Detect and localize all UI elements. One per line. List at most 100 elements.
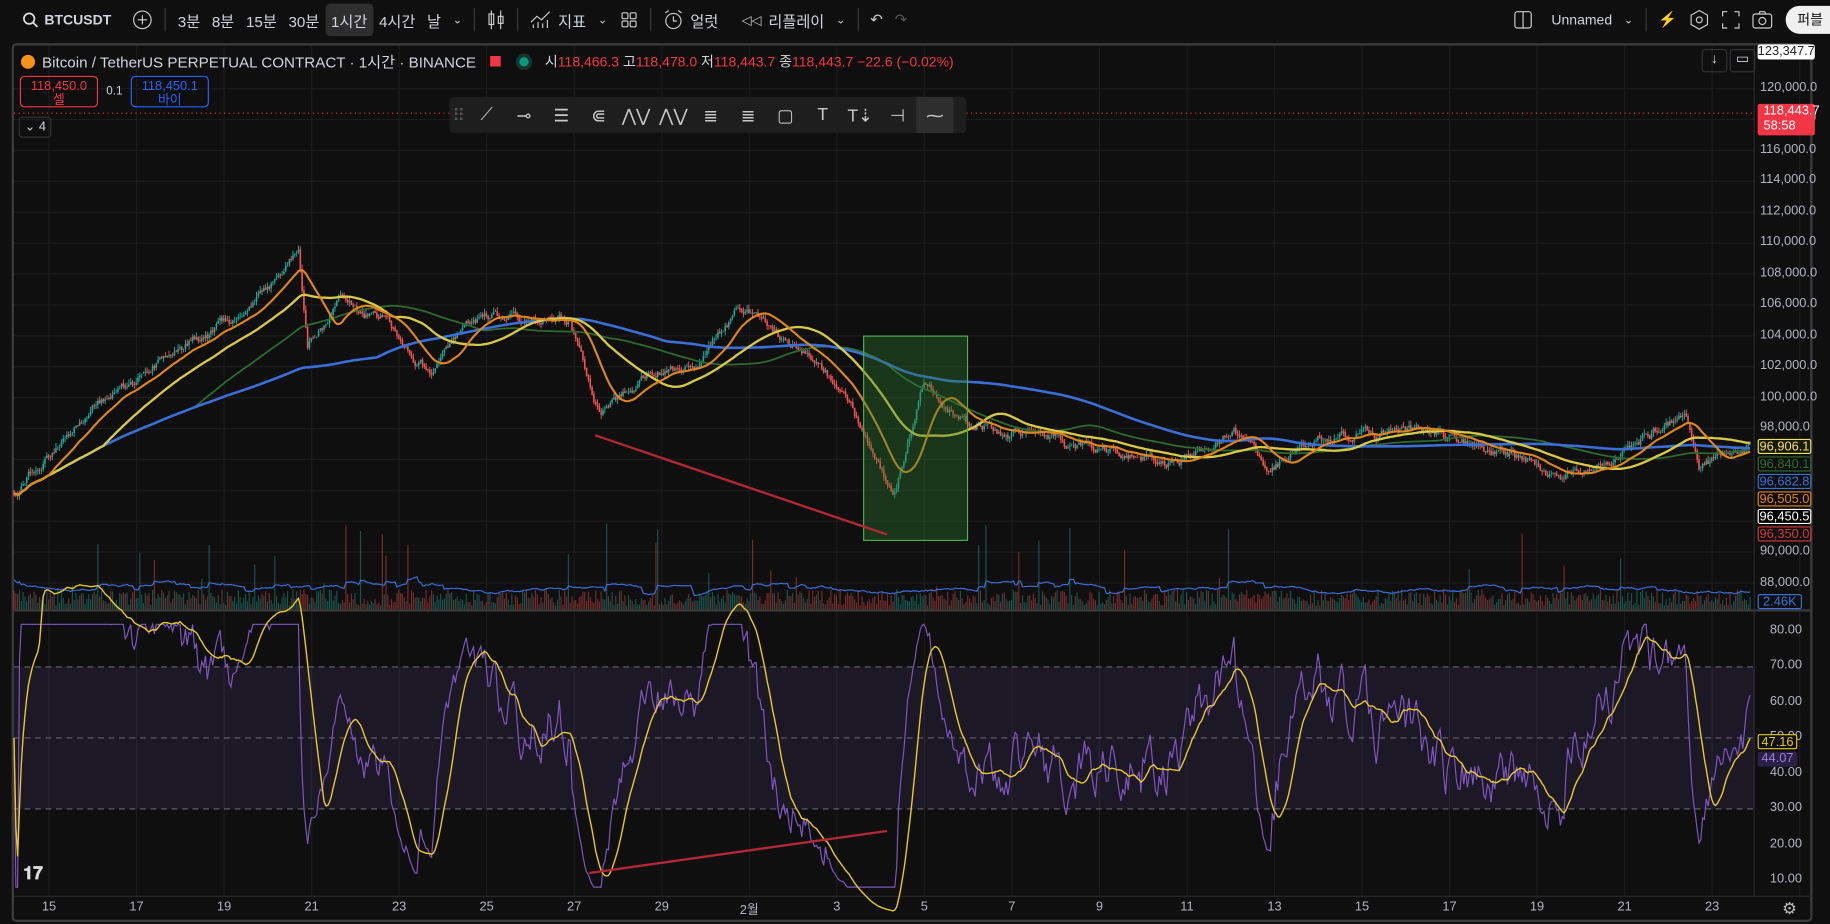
rsi-axis-label: 10.00 [1769,871,1802,886]
time-axis-label: 9 [1095,899,1103,914]
indicators-collapse-toggle[interactable]: ⌄ 4 [18,116,52,138]
time-axis-label: 17 [129,899,144,914]
parallel-channel-tool[interactable]: ☰ [543,97,580,133]
market-status-icon [519,56,529,66]
trend-line-tool[interactable]: ⟋ [468,97,505,133]
drawing-toolbar: ⠿ ⟋ ⊸ ☰ ⋐ ⋀⋁ ⋀⋁ ≣ ≣ ▢ T T⇣ ⊣ ⁓ [449,96,967,134]
time-axis-label: 15 [1354,899,1370,914]
high-value: 118,478.0 [635,53,698,71]
open-label: 시 [544,53,558,71]
symbol-legend: Bitcoin / TetherUS PERPETUAL CONTRACT · … [21,50,954,72]
rectangle-icon: ▢ [777,105,794,126]
abcd-pattern-tool[interactable]: ⋀⋁ [655,97,692,133]
highlight-rectangle [863,335,969,541]
price-axis-label: 108,000.0 [1759,265,1818,280]
chart-canvas[interactable] [0,0,1830,924]
wave-ac-icon: ⋀⋁ [659,105,688,126]
axis-settings-button[interactable]: ⚙ [1782,899,1797,919]
low-label: 저 [701,53,714,71]
price-axis-label: 88,000.0 [1759,574,1810,589]
price-axis-label: 106,000.0 [1759,296,1818,311]
time-axis-label: 23 [1704,899,1720,914]
text-icon: T [817,105,829,125]
high-label: 고 [622,53,636,71]
fib-retracement-tool[interactable]: ≣ [692,97,729,133]
volume-profile-icon: ⊣ [889,105,906,126]
current-price: 118,443.7 [1763,103,1820,118]
buy-price: 118,450.1 [141,79,198,94]
ma-value-badge: 96,840.1 [1757,456,1812,472]
rsi-band [14,666,1755,809]
low-value: 118,443.7 [713,53,776,71]
rectangle-tool[interactable]: ▢ [767,97,804,133]
open-value: 118,466.3 [557,53,620,71]
arrow-down-icon: ↓ [1710,50,1718,67]
fib-extension-tool[interactable]: ≣ [729,97,766,133]
close-label: 종 [779,53,792,71]
ma-value-badge: 96,505.0 [1757,491,1812,507]
time-axis-label: 21 [304,899,319,914]
rsi-axis-label: 70.00 [1769,658,1802,673]
maximize-icon: ▭ [1735,50,1750,67]
price-axis-label: 114,000.0 [1759,173,1817,188]
gear-icon: ⚙ [1782,898,1797,918]
drag-handle-icon[interactable]: ⠿ [449,97,468,133]
time-axis-label: 2월 [739,903,759,918]
time-axis-label: 19 [1529,899,1545,914]
chevron-down-icon: ⌄ [24,120,39,135]
price-axis-label: 100,000.0 [1759,389,1818,404]
rsi-axis-label: 40.00 [1769,765,1802,780]
current-price-badge: 118,443.7 58:58 [1757,103,1820,136]
rsi-badge: 44.07 [1757,751,1798,767]
time-axis-label: 13 [1267,899,1282,914]
pitchfork-icon: ⋐ [591,105,607,126]
time-axis-label: 3 [833,899,841,914]
collapsed-count: 4 [38,120,46,135]
time-axis-label: 25 [479,899,494,914]
time-axis-label: 15 [41,899,57,914]
price-axis-label: 98,000.0 [1759,420,1810,435]
bitcoin-icon [21,54,36,69]
anchored-text-tool[interactable]: T⇣ [841,97,878,133]
price-divergence-line [594,434,888,536]
time-axis-label: 17 [1442,899,1457,914]
pitchfork-tool[interactable]: ⋐ [580,97,617,133]
fib-icon: ≣ [703,105,719,126]
anchored-text-icon: T⇣ [847,105,873,126]
symbol-title[interactable]: Bitcoin / TetherUS PERPETUAL CONTRACT · … [42,50,476,72]
rsi-axis-label: 80.00 [1769,623,1802,638]
horizontal-ray-tool[interactable]: ⊸ [505,97,542,133]
rsi-axis-label: 60.00 [1769,694,1802,709]
rsi-axis-label: 20.00 [1769,836,1802,851]
ma-value-badge: 96,682.8 [1757,473,1812,490]
price-axis-label: 116,000.0 [1759,142,1817,157]
price-axis-label: 112,000.0 [1759,204,1817,219]
change-value: −22.6 (−0.02%) [857,53,954,71]
buy-button[interactable]: 118,450.1 바이 [130,75,209,108]
time-axis-label: 19 [216,899,232,914]
wave-15-icon: ⋀⋁ [621,105,651,126]
horizontal-ray-icon: ⊸ [516,105,532,126]
fib-extension-icon: ≣ [740,105,756,126]
price-axis-label: 120,000.0 [1759,80,1818,95]
elliott-wave-tool[interactable]: ⋀⋁ [617,97,654,133]
price-axis-label: 104,000.0 [1759,327,1818,342]
text-tool[interactable]: T [804,97,841,133]
volume-profile-tool[interactable]: ⊣ [879,97,916,133]
spread-value: 0.1 [106,85,123,99]
bar-countdown: 58:58 [1763,119,1796,134]
trend-line-icon: ⟋ [480,105,493,125]
close-value: 118,443.7 [791,53,854,71]
flag-icon [490,56,501,67]
sell-button[interactable]: 118,450.0 셀 [19,75,99,108]
auto-scale-button[interactable]: ▭ [1729,49,1756,73]
rsi-axis-label: 30.00 [1769,800,1802,815]
parallel-lines-icon: ☰ [553,105,570,126]
tradingview-logo[interactable]: 𝟏𝟕 [23,864,42,884]
buy-label: 바이 [157,93,182,108]
time-axis-label: 29 [654,899,669,914]
path-tool[interactable]: ⁓ [916,96,954,134]
time-axis-label: 5 [920,899,928,914]
time-axis-label: 11 [1180,899,1194,914]
scroll-to-latest-button[interactable]: ↓ [1701,49,1728,73]
